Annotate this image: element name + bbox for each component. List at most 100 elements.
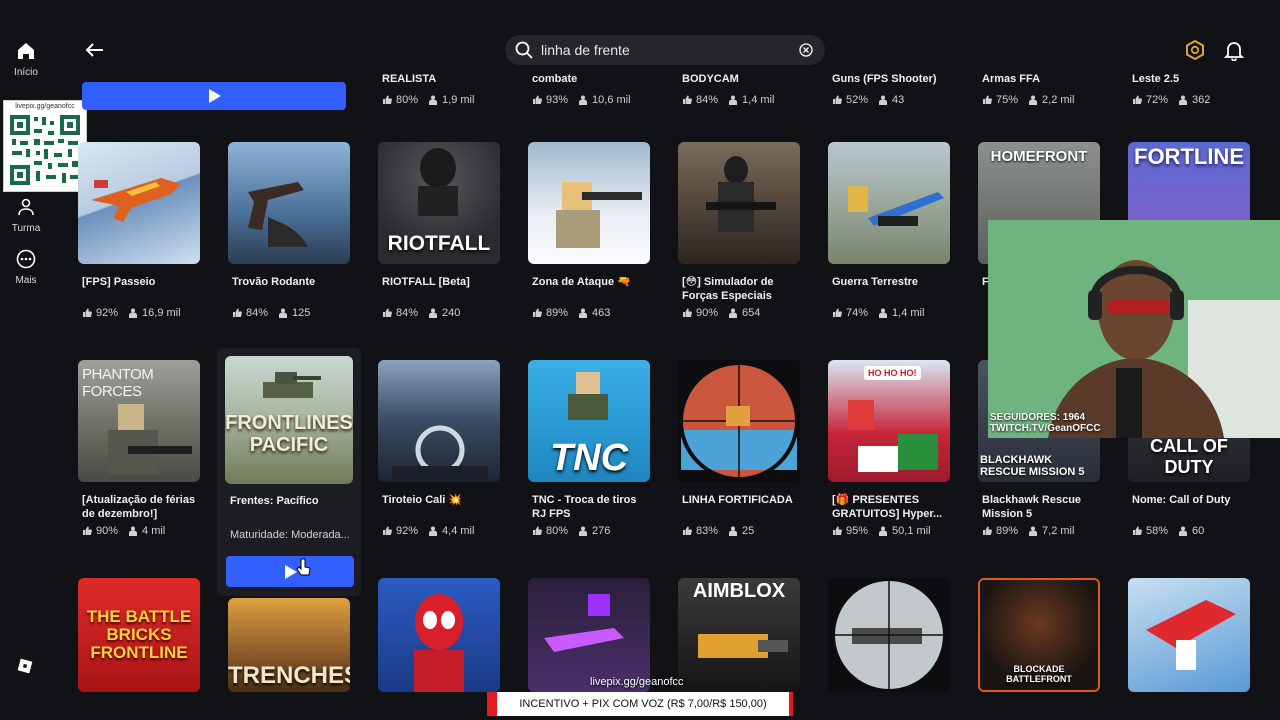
thumbs-up-icon xyxy=(233,308,242,317)
game-card[interactable]: TRENCHES xyxy=(228,598,350,692)
game-rating: 89% xyxy=(546,307,569,319)
game-title: [FPS] Passeio xyxy=(82,276,156,288)
play-button[interactable] xyxy=(226,556,354,587)
game-rating: 80% xyxy=(396,94,419,106)
game-rating: 92% xyxy=(96,307,119,319)
thumbs-up-icon xyxy=(683,526,692,535)
game-card[interactable]: LINHA FORTIFICADA 83% 25 xyxy=(678,360,800,537)
game-thumbnail[interactable]: RIOTFALL xyxy=(378,142,500,264)
game-card[interactable]: AIMBLOX xyxy=(678,578,800,692)
game-rating: 84% xyxy=(246,307,269,319)
thumbnail-text: TRENCHES xyxy=(228,662,350,689)
game-card[interactable]: THE BATTLE BRICKS FRONTLINE xyxy=(78,578,200,692)
game-title: Trovão Rodante xyxy=(232,276,316,288)
thumbs-up-icon xyxy=(833,95,842,104)
thumbnail-text: AIMBLOX xyxy=(692,580,786,602)
game-rating: 92% xyxy=(396,525,419,537)
game-thumbnail[interactable] xyxy=(228,142,350,264)
play-button[interactable] xyxy=(82,82,346,110)
game-title: Zona de Ataque 🔫 xyxy=(532,276,631,288)
game-title: combate xyxy=(532,73,578,85)
game-stats: 89% 7,2 mil xyxy=(978,525,1100,537)
game-stats: 75% 2,2 mil xyxy=(978,94,1100,106)
game-thumbnail[interactable] xyxy=(828,578,950,692)
game-thumbnail[interactable] xyxy=(678,360,800,482)
game-card[interactable]: BLOCKADE BATTLEFRONT xyxy=(978,578,1100,692)
thumbnail-text: HOMEFRONT xyxy=(990,148,1088,165)
game-thumbnail[interactable]: TRENCHES xyxy=(228,598,350,692)
sniper-art-icon xyxy=(556,182,642,248)
game-stats: 74% 1,4 mil xyxy=(828,307,950,319)
character-art-icon xyxy=(568,372,608,420)
game-thumbnail[interactable] xyxy=(378,578,500,692)
players-icon xyxy=(879,308,888,318)
game-thumbnail[interactable]: BLOCKADE BATTLEFRONT xyxy=(978,578,1100,692)
game-stats: 95% 50,1 mil xyxy=(828,525,950,537)
game-players: 125 xyxy=(292,307,311,319)
game-card[interactable]: Guerra Terrestre 74% 1,4 mil xyxy=(828,142,950,319)
game-card[interactable]: PHANTOM FORCES [Atualização de férias de… xyxy=(78,360,200,537)
thumbnail-text: PHANTOM FORCES xyxy=(82,366,154,400)
spiderman-art-icon xyxy=(414,594,464,692)
game-card[interactable]: Zona de Ataque 🔫 89% 463 xyxy=(528,142,650,319)
game-players: 60 xyxy=(1192,525,1205,537)
game-players: 43 xyxy=(892,94,905,106)
thumbs-up-icon xyxy=(83,308,92,317)
game-thumbnail[interactable] xyxy=(378,360,500,482)
thumbs-up-icon xyxy=(533,308,542,317)
game-thumbnail[interactable]: AIMBLOX xyxy=(678,578,800,692)
scope-art-icon xyxy=(679,361,799,481)
players-icon xyxy=(729,526,738,536)
game-card[interactable]: Trovão Rodante 84% 125 xyxy=(228,142,350,319)
thumbnail-text: BLOCKADE BATTLEFRONT xyxy=(1006,664,1072,684)
players-icon xyxy=(579,95,588,105)
game-card[interactable] xyxy=(828,578,950,692)
tank-art-icon xyxy=(263,372,321,398)
red-blaster-art-icon xyxy=(1146,600,1236,670)
thumbs-up-icon xyxy=(1133,95,1142,104)
game-card[interactable]: RIOTFALL RIOTFALL [Beta] 84% 240 xyxy=(378,142,500,319)
game-card[interactable]: Tiroteio Cali 💥 92% 4,4 mil xyxy=(378,360,500,537)
game-thumbnail[interactable]: HO HO HO! xyxy=(828,360,950,482)
game-players: 25 xyxy=(742,525,755,537)
game-title: Tiroteio Cali 💥 xyxy=(382,494,463,506)
game-thumbnail[interactable]: TNC xyxy=(528,360,650,482)
game-thumbnail[interactable] xyxy=(528,578,650,692)
game-thumbnail[interactable]: PHANTOM FORCES xyxy=(78,360,200,482)
game-card[interactable]: Leste 2.5 72% 362 xyxy=(1128,72,1250,106)
game-thumbnail[interactable] xyxy=(78,142,200,264)
game-card[interactable]: TNC TNC - Troca de tiros RJ FPS 80% 276 xyxy=(528,360,650,537)
game-card-hovered[interactable]: FRONTLINES PACIFIC Frentes: Pacífico Mat… xyxy=(217,348,361,596)
game-card[interactable]: BODYCAM 84% 1,4 mil xyxy=(678,72,800,106)
game-card[interactable]: HO HO HO! [🎁 PRESENTES GRATUITOS] Hyper.… xyxy=(828,360,950,537)
game-card[interactable] xyxy=(378,578,500,692)
game-card[interactable]: REALISTA 80% 1,9 mil xyxy=(378,72,500,106)
game-thumbnail[interactable]: THE BATTLE BRICKS FRONTLINE xyxy=(78,578,200,692)
game-card[interactable] xyxy=(528,578,650,692)
game-card[interactable]: [FPS] Passeio 92% 16,9 mil xyxy=(78,142,200,319)
game-players: 654 xyxy=(742,307,761,319)
game-title: Guns (FPS Shooter) xyxy=(832,73,937,85)
game-rating: 75% xyxy=(996,94,1019,106)
game-stats: 58% 60 xyxy=(1128,525,1250,537)
game-players: 1,4 mil xyxy=(892,307,925,319)
game-card[interactable]: Armas FFA 75% 2,2 mil xyxy=(978,72,1100,106)
players-icon xyxy=(129,308,138,318)
game-players: 2,2 mil xyxy=(1042,94,1075,106)
game-card[interactable]: [😳] Simulador de Forças Especiais 90% 65… xyxy=(678,142,800,319)
game-card[interactable]: combate 93% 10,6 mil xyxy=(528,72,650,106)
car-dashboard-art-icon xyxy=(392,425,488,480)
game-stats: 52% 43 xyxy=(828,94,950,106)
minigun-art-icon xyxy=(698,634,788,658)
game-players: 1,4 mil xyxy=(742,94,775,106)
game-thumbnail[interactable] xyxy=(528,142,650,264)
game-thumbnail[interactable] xyxy=(828,142,950,264)
game-card[interactable] xyxy=(1128,578,1250,692)
game-thumbnail[interactable]: FRONTLINES PACIFIC xyxy=(225,356,353,484)
game-thumbnail[interactable] xyxy=(1128,578,1250,692)
game-card[interactable]: Guns (FPS Shooter) 52% 43 xyxy=(828,72,950,106)
game-rating: 80% xyxy=(546,525,569,537)
thumbs-up-icon xyxy=(833,308,842,317)
game-thumbnail[interactable] xyxy=(678,142,800,264)
players-icon xyxy=(579,308,588,318)
